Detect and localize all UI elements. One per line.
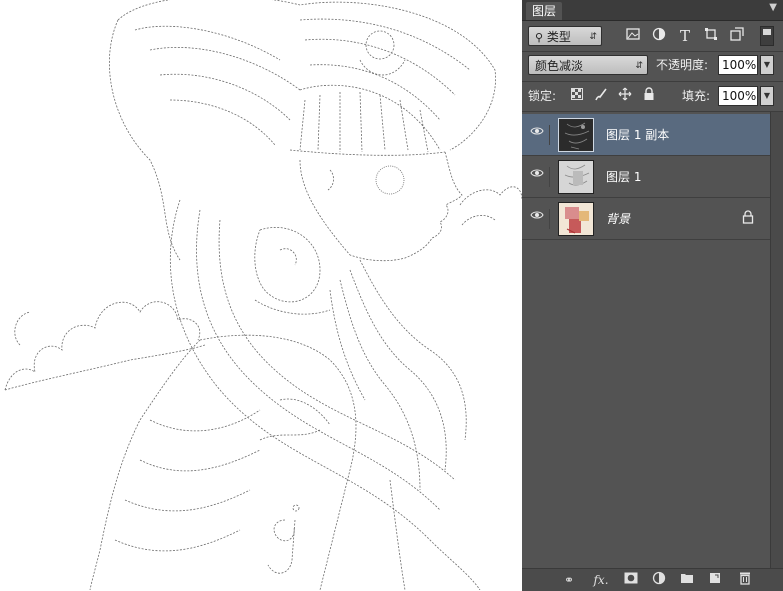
fill-slider-arrow[interactable]: ▼ (760, 86, 774, 106)
layer-name[interactable]: 图层 1 副本 (606, 125, 669, 145)
layer-name[interactable]: 背景 (606, 209, 630, 229)
lock-fill-row: 锁定: 填充: 100% ▼ (522, 84, 783, 110)
filter-kind-label: 类型 (546, 30, 571, 44)
layers-panel: 图层 ▼ ⚲ 类型 ⇵ T 颜色减淡 ⇵ 不透明度: 100% ▼ 锁定: 填充… (522, 0, 783, 591)
document-canvas[interactable] (0, 0, 522, 590)
line-art-portrait (4, 0, 522, 590)
lock-transparent-pixels-icon[interactable] (568, 87, 586, 105)
lock-all-icon[interactable] (640, 87, 658, 105)
opacity-input[interactable]: 100% (718, 55, 758, 75)
panel-menu-icon[interactable]: ▼ (769, 2, 777, 13)
opacity-slider-arrow[interactable]: ▼ (760, 55, 774, 75)
shape-filter-icon[interactable] (702, 27, 720, 45)
opacity-label: 不透明度: (656, 58, 709, 72)
visibility-eye-icon[interactable] (530, 125, 550, 145)
fill-label: 填充: (682, 89, 711, 103)
layer-thumbnail[interactable] (558, 118, 594, 152)
smart-object-filter-icon[interactable] (728, 27, 746, 45)
layer-row[interactable]: 背景 (522, 198, 770, 240)
panel-tab-bar: 图层 ▼ (522, 0, 783, 21)
filter-kind-dropdown[interactable]: ⚲ 类型 ⇵ (528, 26, 602, 46)
chevron-updown-icon: ⇵ (589, 32, 597, 42)
delete-layer-icon[interactable] (736, 571, 754, 589)
lock-icon (742, 210, 756, 226)
new-group-icon[interactable] (678, 571, 696, 589)
layer-thumbnail[interactable] (558, 160, 594, 194)
search-icon: ⚲ (535, 31, 544, 44)
type-filter-icon[interactable]: T (676, 27, 694, 45)
add-mask-icon[interactable] (622, 571, 640, 589)
adjustment-layer-icon[interactable] (650, 571, 668, 589)
chevron-updown-icon: ⇵ (635, 61, 643, 71)
divider (522, 51, 783, 52)
layers-bottom-toolbar: ⚭ fx. (522, 568, 783, 591)
tab-layers[interactable]: 图层 (526, 2, 563, 20)
layers-scrollbar[interactable] (770, 112, 783, 568)
filter-row: ⚲ 类型 ⇵ T (522, 22, 783, 50)
divider (522, 81, 783, 82)
visibility-eye-icon[interactable] (530, 209, 550, 229)
new-layer-icon[interactable] (706, 571, 724, 589)
layer-row[interactable]: 图层 1 副本 (522, 114, 770, 156)
lock-label: 锁定: (528, 89, 557, 103)
filter-toggle-switch[interactable] (760, 26, 774, 46)
visibility-eye-icon[interactable] (530, 167, 550, 187)
lock-position-icon[interactable] (616, 87, 634, 105)
layer-name[interactable]: 图层 1 (606, 167, 641, 187)
blend-mode-dropdown[interactable]: 颜色减淡 ⇵ (528, 55, 648, 75)
image-filter-icon[interactable] (624, 27, 642, 45)
blend-mode-value: 颜色减淡 (535, 59, 584, 73)
divider (522, 111, 783, 112)
lock-image-pixels-icon[interactable] (592, 87, 610, 105)
layer-thumbnail[interactable] (558, 202, 594, 236)
fill-input[interactable]: 100% (718, 86, 758, 106)
fx-icon[interactable]: fx. (592, 571, 610, 589)
blend-row: 颜色减淡 ⇵ 不透明度: 100% ▼ (522, 53, 783, 79)
layer-row[interactable]: 图层 1 (522, 156, 770, 198)
link-layers-icon[interactable]: ⚭ (560, 571, 578, 589)
adjustment-filter-icon[interactable] (650, 27, 668, 45)
